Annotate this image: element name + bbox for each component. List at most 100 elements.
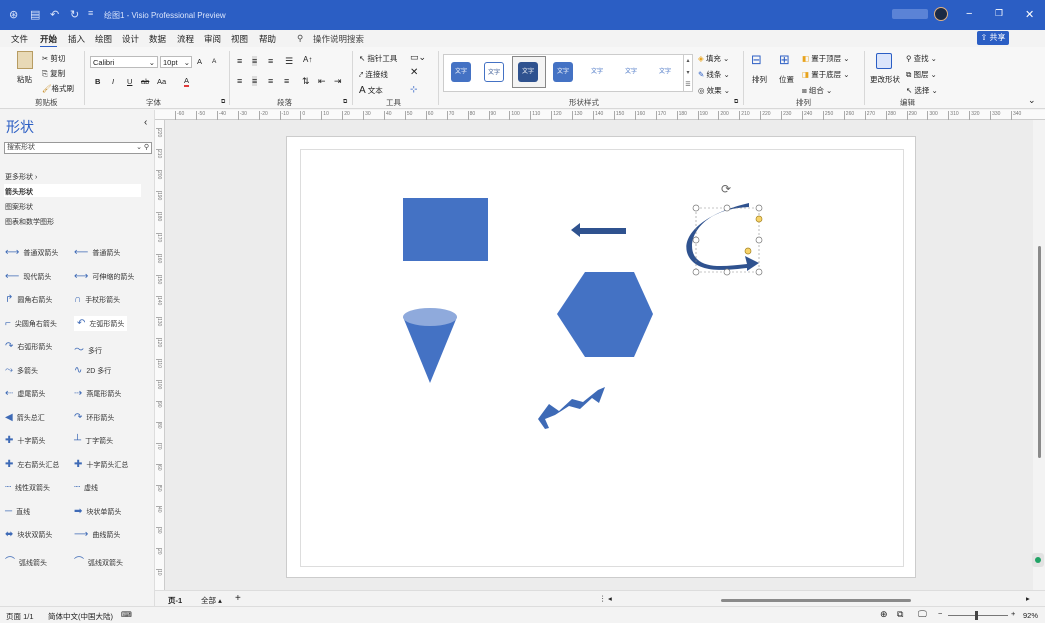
shape-master-item[interactable]: ┈ 虚线 — [74, 482, 98, 493]
change-shape-icon[interactable] — [876, 53, 892, 69]
tab-view[interactable]: 视图 — [231, 33, 248, 45]
search-icon[interactable]: ⌄ ⚲ — [136, 143, 151, 153]
tab-review[interactable]: 审阅 — [204, 33, 221, 45]
autosave-icon[interactable]: ⊛ — [9, 8, 18, 21]
rectangle-shape[interactable] — [403, 198, 488, 261]
stencil-charts-math[interactable]: 图表和数学图形 — [5, 217, 54, 227]
search-icon[interactable]: ⚲ — [297, 33, 303, 44]
zoom-in-icon[interactable]: + — [1011, 609, 1015, 618]
minimize-icon[interactable]: − — [966, 8, 972, 20]
underline-button[interactable]: U — [127, 77, 132, 86]
shape-master-item[interactable]: ⌒ 弧线箭头 — [5, 553, 47, 568]
resize-handle[interactable] — [723, 204, 731, 212]
more-options-icon[interactable]: ⋮ — [599, 594, 607, 603]
align-left-icon[interactable]: ≡ — [237, 76, 242, 86]
strikethrough-button[interactable]: ab — [141, 77, 149, 86]
left-arrow-shape[interactable] — [571, 223, 626, 237]
more-shapes-link[interactable]: 更多形状 › — [5, 172, 37, 182]
font-size-select[interactable]: 10pt ⌄ — [160, 56, 192, 68]
change-shape-button[interactable]: 更改形状 — [870, 74, 900, 85]
share-button[interactable]: ⇧ 共享 — [977, 31, 1009, 45]
line-button[interactable]: ✎ 线条 ⌄ — [698, 69, 730, 80]
effect-button[interactable]: ◎ 效果 ⌄ — [698, 85, 730, 96]
shape-master-item[interactable]: ✚ 左右箭头汇总 — [5, 459, 59, 470]
shape-master-item[interactable]: ➡ 块状单箭头 — [74, 506, 121, 517]
shape-master-item[interactable]: ✚ 十字箭头 — [5, 435, 45, 446]
style-swatch-4[interactable]: 文字 — [553, 62, 573, 82]
position-button[interactable]: 位置 — [779, 74, 794, 85]
find-button[interactable]: ⚲ 查找 ⌄ — [906, 53, 937, 64]
shape-master-item[interactable]: ⟷ 普通双箭头 — [5, 247, 58, 258]
scroll-right-icon[interactable]: ▸ — [1026, 594, 1030, 603]
shape-master-item[interactable]: ↱ 圆角右箭头 — [5, 294, 52, 305]
shape-master-item[interactable]: ⟵ 普通箭头 — [74, 247, 120, 258]
resize-handle[interactable] — [692, 204, 700, 212]
shape-master-item[interactable]: ⟷ 可伸缩的箭头 — [74, 271, 134, 282]
resize-handle[interactable] — [755, 204, 763, 212]
shape-master-item[interactable]: 〜多行 — [74, 341, 102, 356]
shape-master-item[interactable]: ✚ 十字箭头汇总 — [74, 459, 128, 470]
multi-arrow-shape[interactable] — [538, 387, 605, 429]
collapse-ribbon-icon[interactable]: ⌄ — [1028, 95, 1036, 106]
tab-insert[interactable]: 插入 — [68, 33, 85, 45]
zoom-slider[interactable] — [948, 615, 1008, 616]
drawing-page[interactable]: ⟳ — [286, 136, 916, 578]
close-x-icon[interactable]: ✕ — [410, 67, 418, 78]
stencil-arrow-shapes[interactable]: 箭头形状 — [5, 187, 33, 197]
connection-point-icon[interactable]: ⊹ — [410, 84, 418, 95]
grow-font-button[interactable]: A — [197, 57, 202, 66]
text-size-icon[interactable]: A↑ — [303, 55, 312, 64]
shape-master-item[interactable]: ┴ 丁字箭头 — [74, 435, 113, 446]
vertical-scrollbar[interactable] — [1032, 120, 1045, 590]
collapse-panel-icon[interactable]: ‹ — [144, 117, 147, 128]
restore-icon[interactable]: ❐ — [995, 8, 1003, 19]
bring-to-front-button[interactable]: ◧ 置于顶层 ⌄ — [802, 53, 850, 64]
shape-master-item[interactable]: ⟶ 曲线箭头 — [74, 529, 120, 540]
text-direction-icon[interactable]: ⇥ — [334, 76, 342, 87]
horizontal-scroll-thumb[interactable] — [721, 599, 911, 602]
align-middle-icon[interactable]: ≡ — [252, 56, 258, 66]
rotate-handle-icon[interactable]: ⟳ — [721, 182, 731, 196]
send-to-back-button[interactable]: ◨ 置于底层 ⌄ — [802, 69, 850, 80]
undo-icon[interactable]: ↶ — [50, 8, 59, 21]
shape-master-item[interactable]: ⟵ 现代箭头 — [5, 271, 51, 282]
zoom-level[interactable]: 92% — [1023, 611, 1038, 620]
customize-icon[interactable]: ≡ — [88, 8, 93, 18]
cut-button[interactable]: ✂ 剪切 — [42, 53, 65, 64]
add-page-icon[interactable]: + — [235, 593, 241, 604]
tab-home[interactable]: 开始 — [40, 33, 58, 48]
styles-dialog-launcher-icon[interactable]: ⧉ — [734, 99, 738, 106]
shape-master-item[interactable]: ⇠ 虚尾箭头 — [5, 388, 45, 399]
text-tool-button[interactable]: A 文本 — [359, 85, 383, 96]
align-right-icon[interactable]: ≡ — [268, 76, 273, 86]
format-painter-button[interactable]: 🖌格式刷 — [42, 83, 74, 94]
shape-master-item[interactable]: ∿ 2D 多行 — [74, 365, 111, 376]
presentation-mode-icon[interactable]: 🖵 — [918, 609, 927, 620]
control-handle[interactable] — [755, 215, 763, 223]
resize-handle[interactable] — [755, 236, 763, 244]
resize-handle[interactable] — [723, 268, 731, 276]
control-handle[interactable] — [744, 247, 752, 255]
indent-icon[interactable]: ⇅ — [302, 76, 310, 87]
fill-button[interactable]: ◈ 填充 ⌄ — [698, 53, 729, 64]
shape-master-item[interactable]: ⇢ 燕尾形箭头 — [74, 388, 121, 399]
language[interactable]: 简体中文(中国大陆) — [48, 611, 113, 622]
shape-master-item[interactable]: ⤳ 多箭头 — [5, 365, 38, 376]
resize-handle[interactable] — [692, 236, 700, 244]
tab-data[interactable]: 数据 — [149, 33, 166, 45]
curved-arrow-shape-selected[interactable]: ⟳ — [686, 182, 763, 276]
shape-master-item[interactable]: ↷ 环形箭头 — [74, 412, 114, 423]
avatar[interactable] — [934, 7, 948, 21]
tab-process[interactable]: 流程 — [177, 33, 194, 45]
shape-master-item[interactable]: ⌒ 弧线双箭头 — [74, 553, 123, 568]
resize-handle[interactable] — [755, 268, 763, 276]
tab-help[interactable]: 帮助 — [259, 33, 276, 45]
select-button[interactable]: ↖ 选择 ⌄ — [906, 85, 938, 96]
hexagon-shape[interactable] — [557, 272, 653, 357]
shape-master-item[interactable]: ∩ 手杖形箭头 — [74, 294, 120, 305]
fit-page-icon[interactable]: ⊕ — [880, 609, 888, 620]
shape-master-item[interactable]: ◀ 箭头总汇 — [5, 412, 45, 423]
tab-file[interactable]: 文件 — [11, 33, 28, 45]
redo-icon[interactable]: ↻ — [70, 8, 79, 21]
page-count[interactable]: 页面 1/1 — [6, 611, 34, 622]
